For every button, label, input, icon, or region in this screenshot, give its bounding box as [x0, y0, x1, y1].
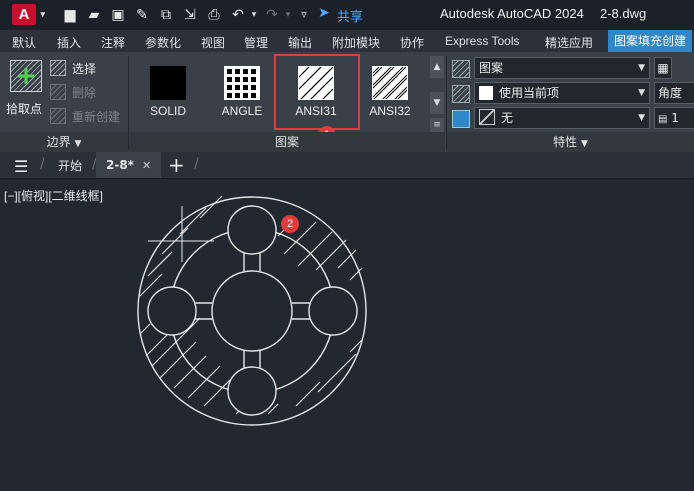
step-2-badge: 2	[281, 215, 299, 233]
tab-default[interactable]: 默认	[12, 34, 36, 51]
solid-pattern-swatch	[150, 66, 186, 100]
select-objects-icon	[50, 60, 66, 76]
angle-pattern-swatch	[224, 66, 260, 100]
select-boundary-button[interactable]: 选择	[50, 60, 96, 78]
scroll-down-icon[interactable]: ▼	[430, 92, 444, 114]
scale-value: 1	[671, 111, 679, 125]
chevron-down-icon: ▼	[638, 63, 645, 73]
background-color-icon	[452, 110, 470, 128]
angle-field[interactable]: 角度	[654, 82, 694, 104]
tab-insert[interactable]: 插入	[57, 34, 81, 51]
pick-points-button[interactable]: + 拾取点	[4, 56, 48, 132]
save-icon[interactable]: ▣	[108, 5, 128, 25]
tab-express-tools[interactable]: Express Tools	[445, 34, 519, 48]
pattern-gallery-scroll: ▲ ▼ ≡	[430, 56, 444, 132]
tab-parametric[interactable]: 参数化	[145, 34, 181, 51]
tab-manage[interactable]: 管理	[244, 34, 268, 51]
pick-points-label: 拾取点	[6, 102, 43, 116]
hatch-type-value: 图案	[479, 61, 504, 75]
background-color-value: 无	[501, 111, 514, 125]
hatch-color-select[interactable]: 使用当前项 ▼	[474, 82, 650, 104]
chevron-down-icon: ▼	[638, 88, 645, 98]
ansi32-pattern-swatch	[372, 66, 408, 100]
recreate-boundary-icon	[50, 108, 66, 124]
pick-points-icon: +	[10, 60, 42, 92]
close-icon[interactable]: ✕	[142, 159, 151, 172]
save-to-web-icon[interactable]: ⧉	[156, 5, 176, 25]
pattern-label: ANGLE	[221, 104, 263, 118]
pattern-ansi32[interactable]: ANSI32	[354, 58, 426, 126]
hatch-type-icon	[452, 60, 470, 78]
hatch-color-value: 使用当前项	[499, 86, 560, 100]
tab-divider: /	[194, 156, 199, 172]
import-icon[interactable]: ⇲	[180, 5, 200, 25]
tab-hatch-creation[interactable]: 图案填充创建	[608, 30, 693, 52]
transparency-icon[interactable]: ▦	[654, 57, 672, 79]
file-tab-bar: ☰ / 开始 / 2-8* ✕ + /	[0, 152, 694, 179]
undo-chevron-icon[interactable]: ▾	[244, 5, 264, 25]
document-title: 2-8.dwg	[600, 6, 647, 21]
pattern-solid[interactable]: SOLID	[132, 58, 204, 126]
select-label: 选择	[72, 62, 97, 76]
background-color-select[interactable]: 无 ▼	[474, 107, 650, 129]
tab-output[interactable]: 输出	[288, 34, 312, 51]
remove-boundary-button[interactable]: 删除	[50, 84, 96, 102]
hamburger-menu-icon[interactable]: ☰	[14, 157, 28, 176]
app-title: Autodesk AutoCAD 2024	[440, 6, 584, 21]
application-menu-button[interactable]: A ▾	[12, 4, 45, 25]
scroll-up-icon[interactable]: ▲	[430, 56, 444, 78]
tab-drawing-2-8[interactable]: 2-8* ✕	[96, 152, 162, 178]
pattern-angle[interactable]: ANGLE	[206, 58, 278, 126]
scale-field[interactable]: ▤ 1	[654, 107, 694, 129]
tab-view[interactable]: 视图	[201, 34, 225, 51]
scale-icon: ▤	[658, 114, 668, 125]
flange-geometry	[137, 196, 367, 426]
drawing-tab-label: 2-8*	[106, 158, 134, 172]
tab-divider: /	[40, 156, 45, 172]
no-color-icon	[479, 109, 495, 125]
tab-collaborate[interactable]: 协作	[400, 34, 424, 51]
boundary-panel-footer[interactable]: 边界 ▼	[0, 132, 128, 152]
app-logo-letter: A	[18, 6, 30, 23]
tab-annotate[interactable]: 注释	[101, 34, 125, 51]
white-color-swatch	[479, 86, 493, 100]
title-bar: A ▾ ▆ ▰ ▣ ✎ ⧉ ⇲ ⎙ ↶ ▾ ↷ ▾ ▿ ➤ 共享 Autodesk…	[0, 0, 694, 30]
ansi31-selection-highlight	[274, 54, 360, 130]
customize-toolbar-icon[interactable]: ▿	[294, 5, 314, 25]
tab-start[interactable]: 开始	[58, 157, 82, 174]
open-folder-icon[interactable]: ▰	[84, 5, 104, 25]
remove-label: 删除	[72, 86, 97, 100]
share-button[interactable]: 共享	[337, 6, 363, 25]
expand-gallery-icon[interactable]: ≡	[430, 118, 444, 132]
new-tab-plus-icon[interactable]: +	[168, 153, 185, 177]
chevron-down-icon: ▾	[40, 9, 45, 19]
properties-panel-footer[interactable]: 特性 ▼	[447, 132, 694, 152]
hatch-color-icon	[452, 85, 470, 103]
chevron-down-icon: ▼	[638, 113, 645, 123]
pattern-label: ANSI32	[369, 104, 411, 118]
drawing-canvas[interactable]	[0, 180, 694, 491]
properties-footer-label: 特性	[553, 135, 578, 149]
pattern-label: SOLID	[149, 104, 186, 118]
pattern-panel-footer: 图案	[129, 132, 445, 152]
tab-add-ins[interactable]: 附加模块	[332, 34, 380, 51]
chevron-down-icon: ▼	[74, 139, 82, 149]
remove-boundary-icon	[50, 84, 66, 100]
tab-featured-apps[interactable]: 精选应用	[545, 34, 593, 51]
ribbon-tabs: 默认 插入 注释 参数化 视图 管理 输出 附加模块 协作 Express To…	[0, 30, 694, 52]
new-file-icon[interactable]: ▆	[60, 5, 80, 25]
save-as-icon[interactable]: ✎	[132, 5, 152, 25]
recreate-boundary-button[interactable]: 重新创建	[50, 108, 120, 126]
boundary-footer-label: 边界	[46, 135, 71, 149]
print-icon[interactable]: ⎙	[204, 5, 224, 25]
chevron-down-icon: ▼	[580, 139, 588, 149]
share-icon[interactable]: ➤	[318, 5, 330, 21]
recreate-label: 重新创建	[72, 110, 121, 124]
hatch-type-select[interactable]: 图案 ▼	[474, 57, 650, 79]
